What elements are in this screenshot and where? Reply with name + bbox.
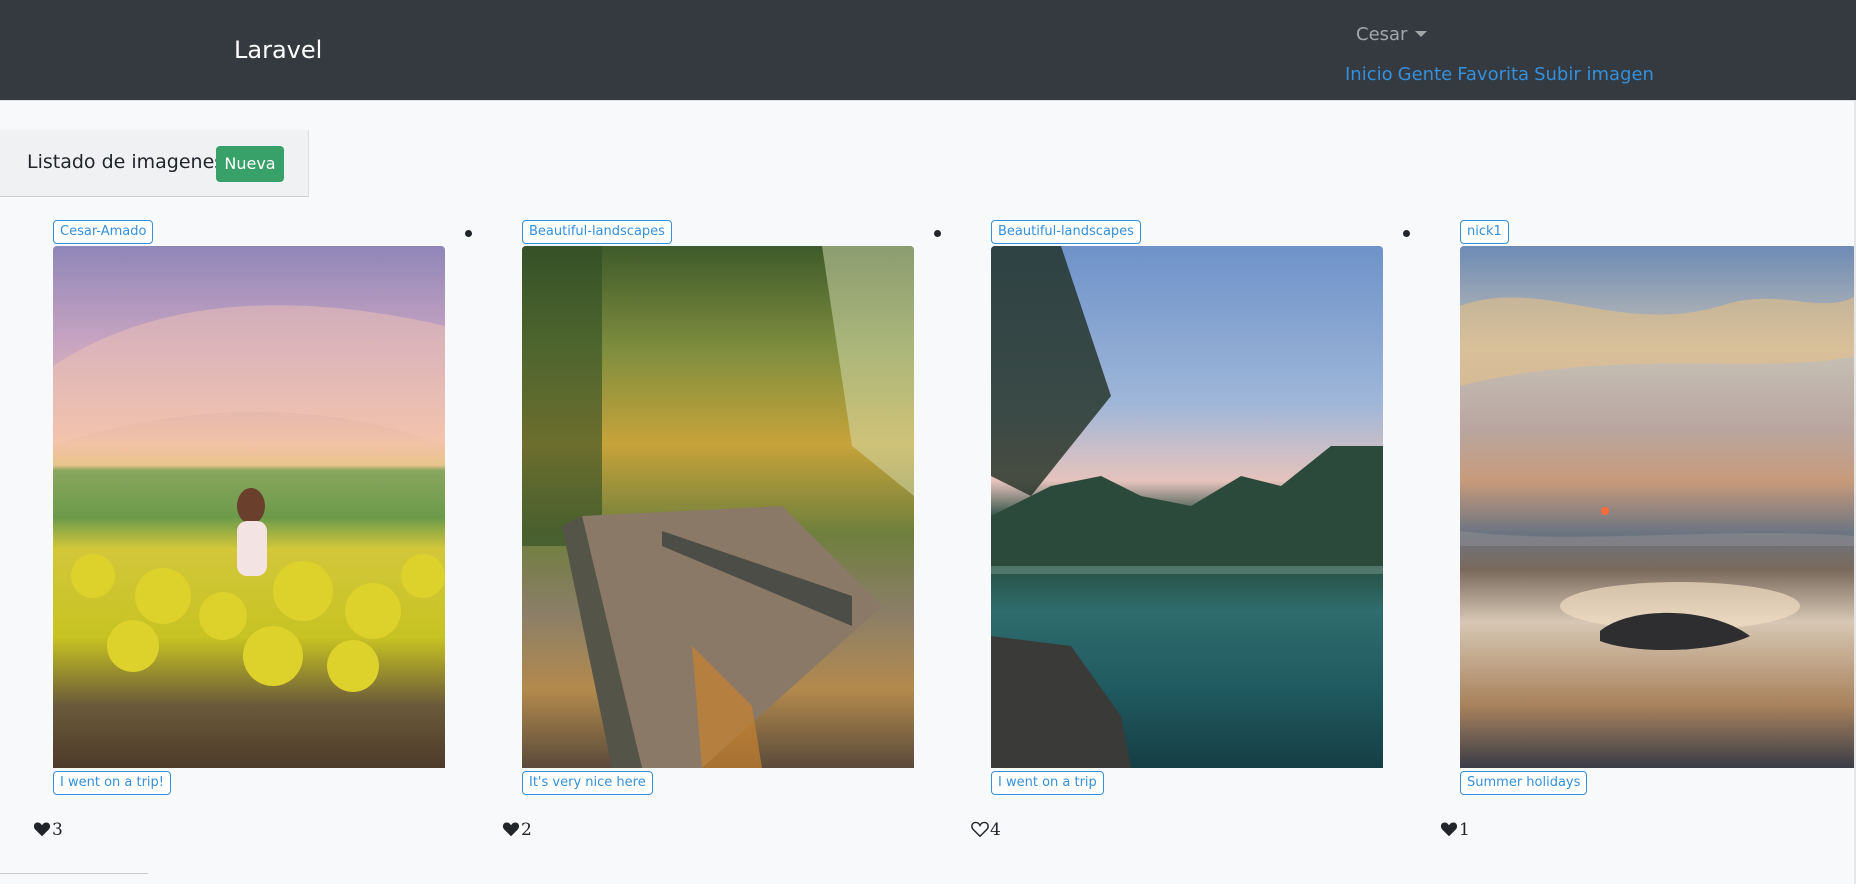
like-counter[interactable]: 3 xyxy=(33,820,63,840)
description-badge: I went on a trip xyxy=(991,771,1104,795)
like-counter[interactable]: 2 xyxy=(502,820,532,840)
like-count: 2 xyxy=(521,820,532,840)
field-girl-photo xyxy=(53,305,445,692)
author-badge[interactable]: Beautiful-landscapes xyxy=(522,220,672,244)
author-badge[interactable]: Cesar-Amado xyxy=(53,220,154,244)
image-thumbnail[interactable] xyxy=(1460,246,1856,768)
like-count: 3 xyxy=(52,820,63,840)
like-count: 4 xyxy=(990,820,1001,840)
author-badge[interactable]: Beautiful-landscapes xyxy=(991,220,1141,244)
image-item: Beautiful-landscapes It's very nice here… xyxy=(469,220,941,850)
image-thumbnail[interactable] xyxy=(991,246,1383,768)
image-item: Beautiful-landscapes I went on a trip 4 xyxy=(938,220,1410,850)
lake-mountains-photo xyxy=(991,246,1383,768)
forest-bridge-photo xyxy=(522,246,914,768)
nav-link-gente[interactable]: Gente xyxy=(1398,64,1453,85)
description-badge: I went on a trip! xyxy=(53,771,172,795)
heart-outline-icon[interactable] xyxy=(971,821,989,837)
nav-links: Inicio Gente Favorita Subir imagen xyxy=(1345,64,1659,85)
like-counter[interactable]: 4 xyxy=(971,820,1001,840)
images-card-header: Listado de imagenes Nueva xyxy=(0,130,309,197)
caret-down-icon xyxy=(1415,31,1428,37)
image-item: Cesar-Amado I went on a trip! 3 xyxy=(0,220,472,850)
page-title: Listado de imagenes xyxy=(27,151,225,173)
nav-link-inicio[interactable]: Inicio xyxy=(1345,64,1393,85)
divider xyxy=(0,873,148,874)
description-badge: Summer holidays xyxy=(1460,771,1588,795)
heart-filled-icon[interactable] xyxy=(33,821,51,837)
author-badge[interactable]: nick1 xyxy=(1460,220,1509,244)
description-badge: It's very nice here xyxy=(522,771,653,795)
new-image-button[interactable]: Nueva xyxy=(216,146,284,182)
nav-link-subir-imagen[interactable]: Subir imagen xyxy=(1534,64,1654,85)
image-item: nick1 Summer holidays 1 xyxy=(1407,220,1856,850)
image-thumbnail[interactable] xyxy=(522,246,914,768)
nav-link-favorita[interactable]: Favorita xyxy=(1457,64,1529,85)
brand-link[interactable]: Laravel xyxy=(234,36,322,64)
like-counter[interactable]: 1 xyxy=(1440,820,1470,840)
beach-sunset-photo xyxy=(1460,296,1856,651)
user-dropdown[interactable]: Cesar xyxy=(1356,24,1428,45)
like-count: 1 xyxy=(1459,820,1470,840)
user-name: Cesar xyxy=(1356,24,1408,45)
image-thumbnail[interactable] xyxy=(53,246,445,768)
top-navbar: Laravel Cesar Inicio Gente Favorita Subir i… xyxy=(0,0,1856,101)
heart-filled-icon[interactable] xyxy=(502,821,520,837)
heart-filled-icon[interactable] xyxy=(1440,821,1458,837)
